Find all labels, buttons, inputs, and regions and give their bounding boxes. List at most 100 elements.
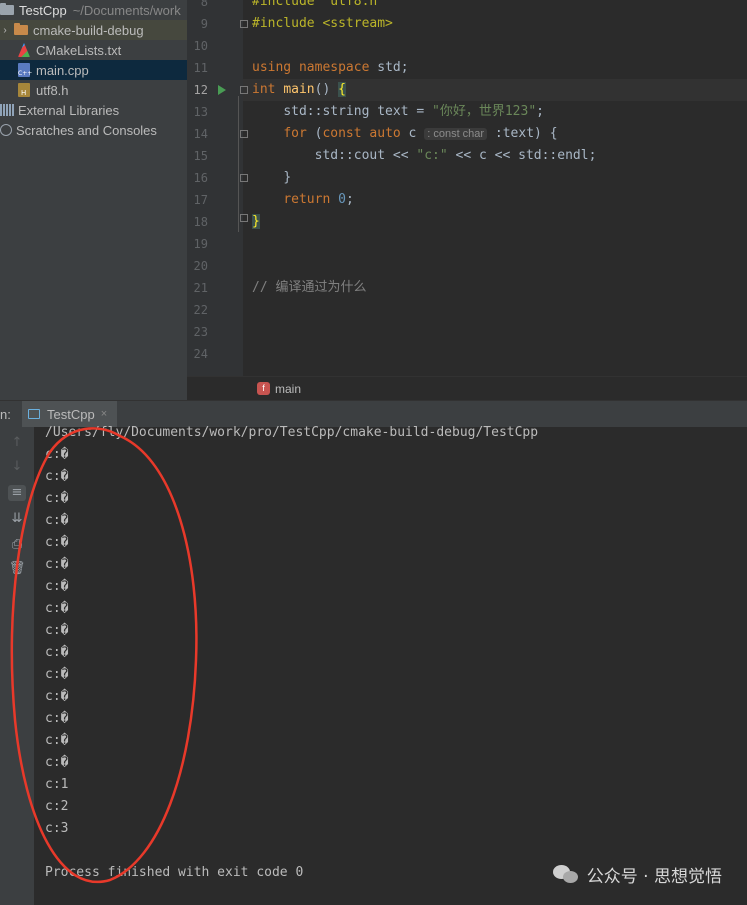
- console-line: c:�: [45, 755, 69, 770]
- tree-item-label: utf8.h: [36, 82, 69, 98]
- run-gutter-icon[interactable]: [218, 85, 226, 95]
- trash-icon[interactable]: 🗑: [8, 561, 26, 577]
- arrow-down-icon[interactable]: ↓: [8, 459, 26, 475]
- soft-wrap-icon[interactable]: ≡: [8, 485, 26, 501]
- tree-item-label: main.cpp: [36, 62, 89, 78]
- code-token: for: [283, 126, 307, 141]
- tree-item-project-root[interactable]: TestCpp ~/Documents/work: [0, 0, 187, 20]
- tree-item-cmakelists[interactable]: CMakeLists.txt: [0, 40, 187, 60]
- editor-breadcrumb[interactable]: f main: [187, 376, 747, 401]
- console-output[interactable]: /Users/fly/Documents/work/pro/TestCpp/cm…: [34, 425, 747, 905]
- code-token: std::string text =: [283, 104, 433, 119]
- code-token: namespace: [298, 60, 370, 75]
- tree-item-external-libraries[interactable]: External Libraries: [0, 100, 187, 120]
- tree-item-label: External Libraries: [18, 102, 120, 118]
- code-line-9: #include <sstream>: [252, 13, 393, 35]
- run-title: n:: [0, 407, 11, 422]
- arrow-up-icon[interactable]: ↑: [8, 435, 26, 451]
- library-icon: [0, 104, 14, 116]
- console-line: c:�: [45, 623, 69, 638]
- code-token: ;: [536, 104, 544, 119]
- code-token: std::cout <<: [314, 148, 417, 163]
- folder-icon: [14, 23, 28, 35]
- scroll-to-end-icon[interactable]: ⇊: [8, 511, 26, 527]
- code-line-15: std::cout << "c:" << c << std::endl;: [252, 145, 597, 167]
- tree-item-scratches[interactable]: Scratches and Consoles: [0, 120, 187, 140]
- line-number: 23: [193, 325, 208, 339]
- code-line-18: }: [252, 211, 260, 233]
- tab-label: TestCpp: [47, 406, 95, 422]
- run-toolbar: ↑ ↓ ≡ ⇊ ⎙ 🗑: [0, 427, 34, 905]
- line-number: 20: [193, 259, 208, 273]
- console-line: /Users/fly/Documents/work/pro/TestCpp/cm…: [45, 425, 539, 440]
- code-token: #include "utf8.h": [252, 0, 386, 9]
- console-line: c:�: [45, 513, 69, 528]
- fold-guide: [238, 96, 239, 232]
- code-line-11: using namespace std;: [252, 57, 409, 79]
- line-number: 14: [193, 127, 208, 141]
- project-tool-window: TestCpp ~/Documents/work › cmake-build-d…: [0, 0, 187, 400]
- code-token: "c:": [416, 148, 448, 163]
- header-file-icon: [18, 83, 30, 97]
- watermark: 公众号 · 思想觉悟: [552, 862, 722, 887]
- line-number: 16: [193, 171, 208, 185]
- code-token: 0: [338, 192, 346, 207]
- breadcrumb-label[interactable]: main: [275, 382, 301, 396]
- fold-marker-icon[interactable]: [240, 130, 248, 138]
- console-line: c:1: [45, 777, 69, 792]
- code-token: {: [338, 82, 346, 97]
- tree-item-label: Scratches and Consoles: [16, 122, 157, 138]
- cpp-file-icon: [18, 63, 32, 77]
- console-line: c:�: [45, 645, 69, 660]
- code-token: }: [252, 214, 260, 229]
- editor-gutter: 8 9 10 11 12 13 14 15 16 17 18 19 20 21 …: [187, 0, 243, 376]
- console-line: c:�: [45, 711, 69, 726]
- code-editor[interactable]: 8 9 10 11 12 13 14 15 16 17 18 19 20 21 …: [187, 0, 747, 376]
- code-token: "你好，世界123": [432, 104, 537, 119]
- console-line: c:�: [45, 469, 69, 484]
- tree-item-cmake-build-debug[interactable]: › cmake-build-debug: [0, 20, 187, 40]
- line-number: 19: [193, 237, 208, 251]
- console-line: c:�: [45, 601, 69, 616]
- code-line-13: std::string text = "你好，世界123";: [252, 101, 544, 123]
- code-token: (: [306, 126, 323, 141]
- tree-item-main-cpp[interactable]: main.cpp: [0, 60, 187, 80]
- code-token: std;: [369, 60, 409, 75]
- line-number: 22: [193, 303, 208, 317]
- code-comment: // 编译通过为什么: [252, 280, 367, 295]
- function-icon: f: [257, 382, 270, 395]
- line-number: 12: [193, 83, 208, 97]
- code-line-21: // 编译通过为什么: [252, 277, 366, 299]
- folder-icon: [0, 3, 14, 15]
- console-icon: [28, 409, 40, 419]
- code-token: const: [322, 126, 362, 141]
- line-number: 13: [193, 105, 208, 119]
- console-line: c:�: [45, 535, 69, 550]
- chevron-right-icon[interactable]: ›: [0, 25, 10, 36]
- line-number: 24: [193, 347, 208, 361]
- code-token: using: [252, 60, 292, 75]
- type-hint: : const char: [424, 128, 488, 140]
- console-line: c:2: [45, 799, 69, 814]
- console-line: c:�: [45, 491, 69, 506]
- code-token: ;: [345, 192, 354, 207]
- line-number: 17: [193, 193, 208, 207]
- code-token: << c << std::endl;: [447, 148, 597, 163]
- code-line-12: int main() {: [252, 79, 346, 101]
- fold-marker-icon[interactable]: [240, 20, 248, 28]
- fold-marker-icon[interactable]: [240, 214, 248, 222]
- line-number: 15: [193, 149, 208, 163]
- fold-marker-icon[interactable]: [240, 86, 248, 94]
- line-number: 10: [193, 39, 208, 53]
- code-token: return: [283, 192, 331, 207]
- close-icon[interactable]: ×: [101, 408, 107, 420]
- console-line: c:�: [45, 667, 69, 682]
- print-icon[interactable]: ⎙: [8, 537, 26, 553]
- line-number: 8: [200, 0, 208, 9]
- fold-marker-icon[interactable]: [240, 174, 248, 182]
- line-number: 21: [193, 281, 208, 295]
- code-token: }: [283, 170, 292, 185]
- tree-item-utf8-h[interactable]: utf8.h: [0, 80, 187, 100]
- console-line: c:�: [45, 557, 69, 572]
- tree-item-label: cmake-build-debug: [33, 22, 144, 38]
